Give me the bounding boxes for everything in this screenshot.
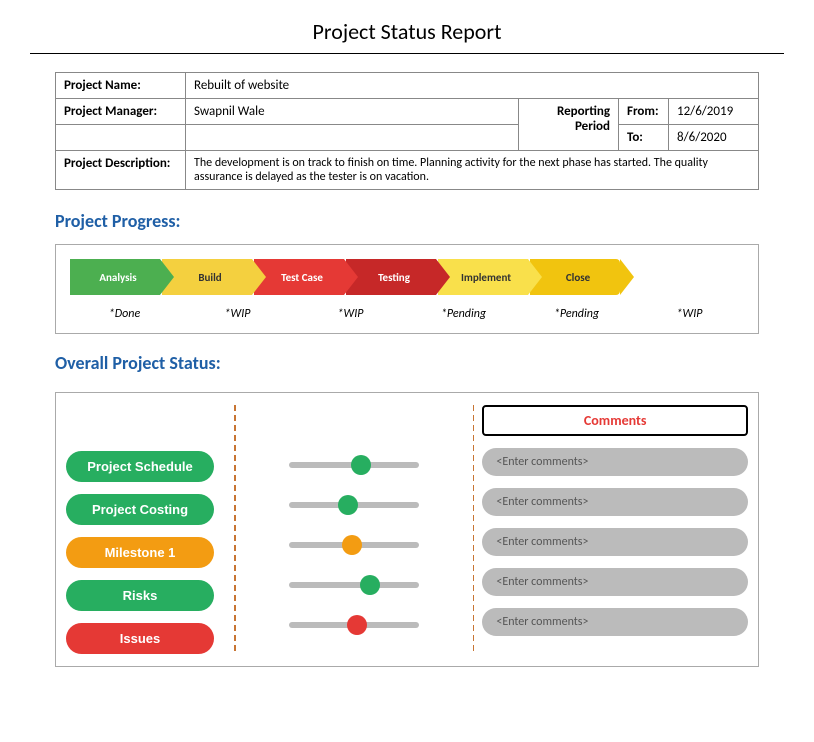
info-section: Project Name: Rebuilt of website Project… bbox=[55, 72, 759, 190]
stage-analysis-label: Analysis bbox=[99, 271, 136, 284]
milestone1-btn: Milestone 1 bbox=[66, 537, 214, 568]
stage-build-label: Build bbox=[198, 271, 221, 284]
comment-0[interactable]: <Enter comments> bbox=[482, 448, 748, 476]
status-row: *Done *WIP *WIP *Pending *Pending *WIP bbox=[66, 303, 748, 325]
left-divider bbox=[234, 405, 236, 654]
stage-close-label: Close bbox=[566, 271, 590, 284]
project-manager-value: Swapnil Wale bbox=[186, 99, 519, 125]
status-2: *WIP bbox=[294, 307, 407, 321]
status-4: *Pending bbox=[520, 307, 633, 321]
comments-col: Comments <Enter comments> <Enter comment… bbox=[482, 405, 748, 654]
stage-testcase-label: Test Case bbox=[281, 271, 323, 284]
from-value: 12/6/2019 bbox=[669, 99, 759, 125]
slider-3[interactable] bbox=[289, 571, 419, 599]
stage-close: Close bbox=[530, 259, 620, 295]
project-costing-btn: Project Costing bbox=[66, 494, 214, 525]
info-table: Project Name: Rebuilt of website Project… bbox=[55, 72, 759, 190]
from-label: From: bbox=[619, 99, 669, 125]
project-manager-label: Project Manager: bbox=[56, 99, 186, 125]
slider-0[interactable] bbox=[289, 451, 419, 479]
to-label: To: bbox=[619, 125, 669, 151]
spacer-cell2 bbox=[186, 125, 519, 151]
sliders-col bbox=[244, 405, 465, 654]
stage-testing: Testing bbox=[346, 259, 436, 295]
to-value: 8/6/2020 bbox=[669, 125, 759, 151]
status-5: *WIP bbox=[633, 307, 746, 321]
stage-implement-label: Implement bbox=[461, 271, 511, 284]
comments-header: Comments bbox=[482, 405, 748, 436]
spacer-cell bbox=[56, 125, 186, 151]
progress-title: Project Progress: bbox=[55, 210, 759, 232]
comment-4[interactable]: <Enter comments> bbox=[482, 608, 748, 636]
comment-1[interactable]: <Enter comments> bbox=[482, 488, 748, 516]
project-schedule-btn: Project Schedule bbox=[66, 451, 214, 482]
stage-build: Build bbox=[162, 259, 252, 295]
comment-2[interactable]: <Enter comments> bbox=[482, 528, 748, 556]
description-label: Project Description: bbox=[56, 151, 186, 190]
project-name-label: Project Name: bbox=[56, 73, 186, 99]
page-title: Project Status Report bbox=[0, 0, 814, 53]
status-box: Project Schedule Project Costing Milesto… bbox=[55, 392, 759, 667]
status-1: *WIP bbox=[181, 307, 294, 321]
stage-testing-label: Testing bbox=[378, 271, 410, 284]
comment-3[interactable]: <Enter comments> bbox=[482, 568, 748, 596]
progress-section: Analysis Build Test Case Testing Impleme… bbox=[55, 244, 759, 334]
overall-status-title: Overall Project Status: bbox=[55, 352, 759, 374]
status-labels-col: Project Schedule Project Costing Milesto… bbox=[66, 405, 226, 654]
status-3: *Pending bbox=[407, 307, 520, 321]
risks-btn: Risks bbox=[66, 580, 214, 611]
title-divider bbox=[30, 53, 784, 54]
slider-1[interactable] bbox=[289, 491, 419, 519]
description-value: The development is on track to finish on… bbox=[186, 151, 759, 190]
slider-4[interactable] bbox=[289, 611, 419, 639]
right-divider bbox=[473, 405, 475, 654]
status-0: *Done bbox=[68, 307, 181, 321]
stage-implement: Implement bbox=[438, 259, 528, 295]
stage-testcase: Test Case bbox=[254, 259, 344, 295]
reporting-period-label: Reporting Period bbox=[519, 99, 619, 151]
overall-status-section: Project Schedule Project Costing Milesto… bbox=[55, 392, 759, 667]
stage-analysis: Analysis bbox=[70, 259, 160, 295]
slider-2[interactable] bbox=[289, 531, 419, 559]
arrows-row: Analysis Build Test Case Testing Impleme… bbox=[66, 259, 748, 295]
project-name-value: Rebuilt of website bbox=[186, 73, 759, 99]
issues-btn: Issues bbox=[66, 623, 214, 654]
